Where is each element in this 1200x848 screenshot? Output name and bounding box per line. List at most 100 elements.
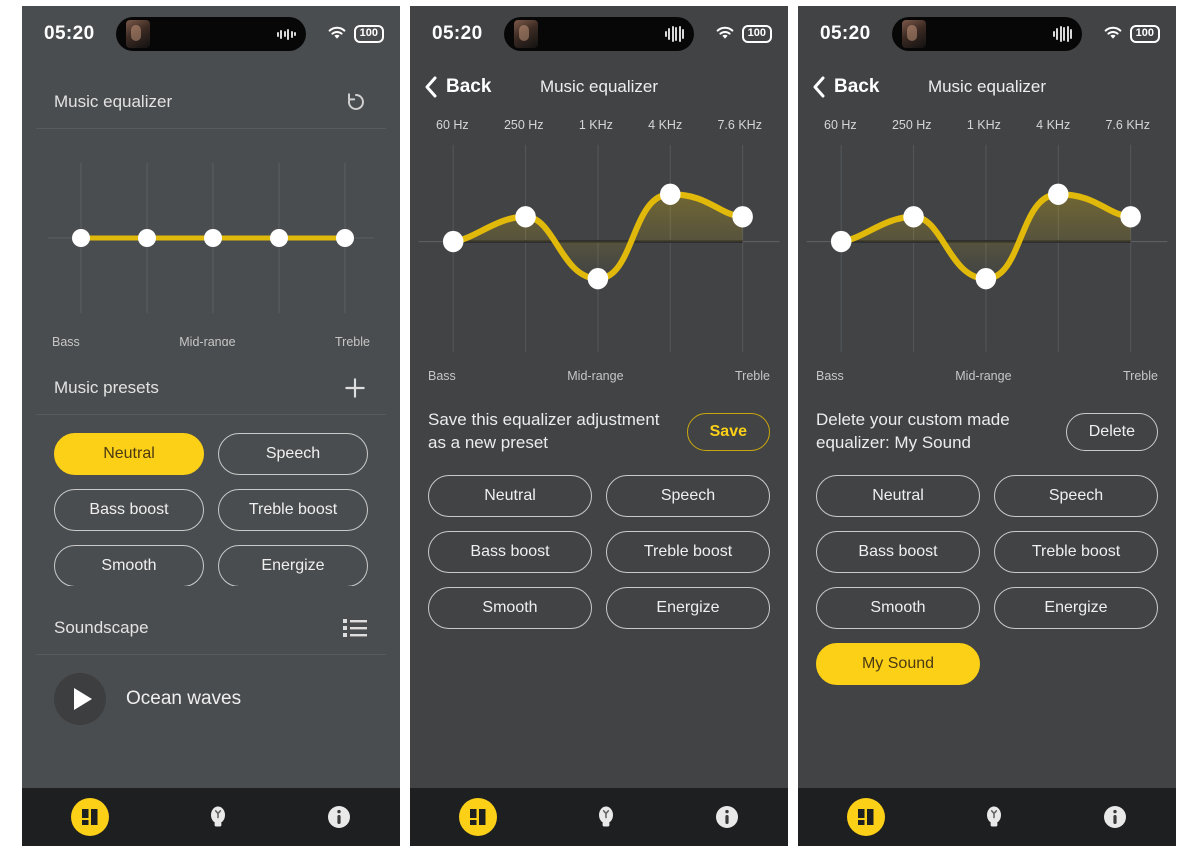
- music-equalizer-card-header: Music equalizer: [36, 76, 386, 129]
- preset-pill-bass-boost[interactable]: Bass boost: [428, 530, 592, 573]
- preset-pill-neutral[interactable]: Neutral: [428, 474, 592, 517]
- freq-label-7-6khz: 7.6 KHz: [717, 118, 762, 132]
- status-clock: 05:20: [44, 23, 95, 44]
- nav-header-save: Back Music equalizer: [410, 62, 788, 112]
- back-button-label: Back: [446, 76, 492, 97]
- axis-label-midrange: Mid-range: [179, 335, 236, 347]
- preset-pill-bass-boost[interactable]: Bass boost: [816, 530, 980, 573]
- save-button[interactable]: Save: [686, 412, 770, 451]
- status-right: 100: [1103, 25, 1160, 43]
- equalizer-icon: [858, 809, 874, 825]
- frequency-labels-save: 60 Hz 250 Hz 1 KHz 4 KHz 7.6 KHz: [410, 112, 788, 132]
- preset-pill-treble-boost[interactable]: Treble boost: [994, 530, 1158, 573]
- preset-pill-energize[interactable]: Energize: [994, 586, 1158, 629]
- delete-button[interactable]: Delete: [1065, 412, 1158, 451]
- info-icon: [1104, 806, 1126, 828]
- bottom-nav-equalizer-tab[interactable]: [847, 798, 885, 836]
- preset-pill-my-sound[interactable]: My Sound: [816, 642, 980, 685]
- soundscape-card-header: Soundscape: [36, 602, 386, 656]
- axis-label-bass: Bass: [428, 369, 456, 383]
- freq-label-4khz: 4 KHz: [648, 118, 683, 132]
- axis-label-midrange: Mid-range: [567, 369, 624, 383]
- status-right: 100: [715, 25, 772, 43]
- music-presets-grid-delete: Neutral Speech Bass boost Treble boost S…: [798, 457, 1176, 703]
- equalizer-graph-custom-delete[interactable]: Bass Mid-range Treble: [798, 132, 1176, 393]
- chevron-left-icon: [813, 76, 825, 98]
- back-button[interactable]: Back: [812, 76, 879, 98]
- battery-indicator: 100: [1129, 25, 1160, 43]
- equalizer-curve-flat[interactable]: [36, 143, 386, 333]
- delete-preset-row: Delete your custom made equalizer: My So…: [798, 393, 1176, 457]
- delete-preset-description: Delete your custom made equalizer: My So…: [816, 410, 1010, 452]
- preset-pill-bass-boost[interactable]: Bass boost: [54, 489, 204, 532]
- preset-pill-speech[interactable]: Speech: [606, 474, 770, 517]
- plus-icon[interactable]: [342, 375, 368, 401]
- list-icon[interactable]: [342, 617, 368, 639]
- bottom-nav-equalizer-tab[interactable]: [71, 798, 109, 836]
- freq-label-250hz: 250 Hz: [503, 118, 544, 132]
- bottom-nav-tips-tab[interactable]: [983, 804, 1005, 830]
- bottom-nav-equalizer-tab[interactable]: [459, 798, 497, 836]
- screenshot-stage: 05:20 100 Music equalizer Bass Mid-range…: [0, 0, 1200, 848]
- phone-panel-delete: 05:20 100 Back Music equalizer 60 Hz 250…: [798, 6, 1176, 846]
- preset-pill-speech[interactable]: Speech: [218, 433, 368, 476]
- soundscape-track-row[interactable]: Ocean waves: [36, 655, 386, 736]
- music-equalizer-card: Music equalizer Bass Mid-range Treble: [36, 76, 386, 347]
- bottom-nav-tips-tab[interactable]: [207, 804, 229, 830]
- preset-pill-treble-boost[interactable]: Treble boost: [218, 489, 368, 532]
- play-icon[interactable]: [54, 673, 106, 726]
- preset-pill-smooth[interactable]: Smooth: [816, 586, 980, 629]
- preset-pill-smooth[interactable]: Smooth: [54, 545, 204, 587]
- equalizer-graph-custom-save[interactable]: Bass Mid-range Treble: [410, 132, 788, 393]
- equalizer-axis-labels: Bass Mid-range Treble: [36, 333, 386, 346]
- bottom-nav-tips-tab[interactable]: [595, 804, 617, 830]
- music-presets-card: Music presets Neutral Speech Bass boost …: [36, 362, 386, 587]
- equalizer-curve-custom[interactable]: [410, 138, 788, 363]
- reset-icon[interactable]: [344, 90, 368, 114]
- music-equalizer-title: Music equalizer: [54, 92, 173, 111]
- battery-indicator: 100: [353, 25, 384, 43]
- freq-label-60hz: 60 Hz: [436, 118, 469, 132]
- dynamic-island-artwork: [514, 20, 538, 48]
- bottom-nav-bar-delete: [798, 788, 1176, 846]
- back-button[interactable]: Back: [424, 76, 491, 98]
- equalizer-graph-flat[interactable]: Bass Mid-range Treble: [36, 129, 386, 346]
- next-card-peek: [84, 764, 338, 788]
- freq-label-1khz: 1 KHz: [966, 118, 1001, 132]
- nav-title: Music equalizer: [539, 77, 659, 96]
- lightbulb-icon: [599, 806, 613, 827]
- battery-indicator: 100: [741, 25, 772, 43]
- music-presets-card-header: Music presets: [36, 362, 386, 416]
- freq-label-4khz: 4 KHz: [1036, 118, 1071, 132]
- bottom-nav-info-tab[interactable]: [327, 805, 351, 829]
- freq-label-7-6khz: 7.6 KHz: [1105, 118, 1150, 132]
- status-bar: 05:20 100: [22, 6, 400, 62]
- music-presets-grid: Neutral Speech Bass boost Treble boost S…: [36, 415, 386, 587]
- panel-delete-content: 60 Hz 250 Hz 1 KHz 4 KHz 7.6 KHz Bass Mi…: [798, 112, 1176, 846]
- preset-pill-treble-boost[interactable]: Treble boost: [606, 530, 770, 573]
- nav-header-delete: Back Music equalizer: [798, 62, 1176, 112]
- panel-save-content: 60 Hz 250 Hz 1 KHz 4 KHz 7.6 KHz Bass Mi…: [410, 112, 788, 846]
- audio-waveform-icon: [1052, 26, 1072, 42]
- dynamic-island-artwork: [902, 20, 926, 48]
- chevron-left-icon: [425, 76, 437, 98]
- preset-pill-energize[interactable]: Energize: [218, 545, 368, 587]
- lightbulb-icon: [211, 806, 225, 827]
- preset-pill-neutral[interactable]: Neutral: [54, 433, 204, 476]
- frequency-labels-delete: 60 Hz 250 Hz 1 KHz 4 KHz 7.6 KHz: [798, 112, 1176, 132]
- soundscape-title: Soundscape: [54, 618, 149, 638]
- equalizer-curve-custom[interactable]: [798, 138, 1176, 363]
- soundscape-card: Soundscape Ocean waves: [36, 602, 386, 737]
- preset-pill-neutral[interactable]: Neutral: [816, 474, 980, 517]
- dynamic-island: [504, 17, 694, 51]
- preset-pill-energize[interactable]: Energize: [606, 586, 770, 629]
- bottom-nav-info-tab[interactable]: [1103, 805, 1127, 829]
- wifi-icon: [328, 27, 346, 40]
- info-icon: [716, 806, 738, 828]
- equalizer-icon: [470, 809, 486, 825]
- bottom-nav-bar-home: [22, 788, 400, 846]
- bottom-nav-info-tab[interactable]: [715, 805, 739, 829]
- freq-label-60hz: 60 Hz: [824, 118, 857, 132]
- preset-pill-smooth[interactable]: Smooth: [428, 586, 592, 629]
- preset-pill-speech[interactable]: Speech: [994, 474, 1158, 517]
